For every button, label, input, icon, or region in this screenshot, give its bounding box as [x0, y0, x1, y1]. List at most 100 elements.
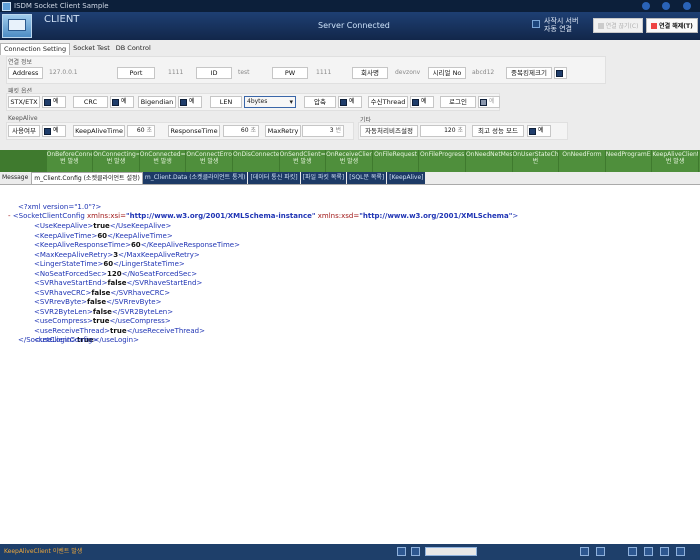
- status-slot-icon: [660, 547, 669, 556]
- xml-root-open: - <SocketClientConfig xmlns:xsi="http://…: [8, 212, 519, 220]
- connect-button[interactable]: 연결 해제(T): [646, 18, 698, 33]
- login-label: 로그인: [440, 96, 476, 108]
- xml-element-line: <useCompress>true</useCompress>: [34, 317, 171, 325]
- event-counter-bar: OnBeforeConnect=1번 발생 OnConnecting=0번 발생…: [0, 150, 700, 172]
- status-slot-icon: [676, 547, 685, 556]
- xml-element-line: <LingerStateTime>60</LingerStateTime>: [34, 260, 185, 268]
- login-checkbox[interactable]: 예: [478, 96, 500, 108]
- port-field[interactable]: 1111: [168, 67, 193, 79]
- xml-viewer[interactable]: <?xml version="1.0"?> - <SocketClientCon…: [0, 184, 700, 544]
- disconnect-button[interactable]: 연결 끊기(C): [593, 18, 643, 33]
- len-select[interactable]: 4bytes: [244, 96, 296, 108]
- tab-message[interactable]: Message: [0, 172, 32, 184]
- tab-connection-setting[interactable]: Connection Setting: [0, 43, 71, 55]
- xml-element-line: <SVR2ByteLen>false</SVR2ByteLen>: [34, 307, 174, 316]
- keepalive-use-label: 사용여부: [8, 125, 40, 137]
- auto-connect-label: 사작시 서버 자동 연결: [544, 17, 579, 33]
- connect-icon: [651, 22, 658, 29]
- stx-checkbox[interactable]: 예: [42, 96, 66, 108]
- id-field[interactable]: test: [238, 67, 268, 79]
- event-counter: OnBeforeConnect=1번 발생: [47, 150, 94, 172]
- event-counter: NeedProgramExit: [606, 150, 653, 172]
- keepalive-section-label: KeepAlive: [8, 115, 38, 122]
- xml-element-line: <KeepAliveResponseTime>60</KeepAliveResp…: [34, 241, 240, 249]
- perf-mode-label: 최고 성능 모드: [472, 125, 524, 137]
- bigendian-checkbox[interactable]: 예: [178, 96, 202, 108]
- keepalive-time-label: KeepAliveTime: [73, 125, 125, 137]
- event-counter: OnDisConnected: [233, 150, 280, 172]
- status-slot-icon: [397, 547, 406, 556]
- event-counter: [0, 150, 47, 172]
- bigendian-label: Bigendian: [138, 96, 176, 108]
- close-icon[interactable]: [683, 2, 691, 10]
- tab-db-control[interactable]: DB Control: [113, 43, 154, 55]
- event-counter: OnSendClient=0번 발생: [280, 150, 327, 172]
- keepalive-use-checkbox[interactable]: 예: [42, 125, 66, 137]
- event-counter: OnConnecting=0번 발생: [93, 150, 140, 172]
- compress-checkbox[interactable]: 예: [338, 96, 362, 108]
- status-slot-icon: [411, 547, 420, 556]
- app-header: CLIENT Server Connected 사작시 서버 자동 연결 연결 …: [0, 12, 700, 40]
- event-counter: OnNeedForm: [559, 150, 606, 172]
- app-icon: [2, 1, 11, 11]
- serial-label: 시리얼 No: [428, 67, 466, 79]
- serial-field[interactable]: abcd12: [472, 67, 502, 79]
- pw-field[interactable]: 1111: [316, 67, 341, 79]
- xml-element-line: <KeepAliveTime>60</KeepAliveTime>: [34, 231, 173, 240]
- auto-process-input[interactable]: 120 초: [420, 125, 466, 137]
- collapse-icon: -: [8, 212, 11, 220]
- xml-element-line: <MaxKeepAliveRetry>3</MaxKeepAliveRetry>: [34, 250, 200, 259]
- disconnect-icon: [597, 22, 604, 29]
- response-time-label: ResponseTime: [168, 125, 220, 137]
- connection-section-label: 연결 정보: [8, 59, 32, 66]
- address-label: Address: [8, 67, 43, 79]
- xml-element-line: <SVRhaveStartEnd>false</SVRhaveStartEnd>: [34, 279, 203, 287]
- port-label: Port: [117, 67, 155, 79]
- dup-check-label: 중복킹제크기: [506, 67, 552, 79]
- tab-data-packet[interactable]: [데이터 통신 파킷]: [248, 172, 301, 184]
- xml-root-close: </SocketClientConfig>: [18, 336, 99, 344]
- dup-check-checkbox[interactable]: [554, 67, 567, 79]
- monitor-icon: [2, 14, 32, 38]
- keepalive-time-input[interactable]: 60 초: [127, 125, 155, 137]
- tab-file-packet[interactable]: [파일 파킷 목록]: [300, 172, 348, 184]
- app-title: CLIENT: [44, 14, 80, 25]
- address-field[interactable]: 127.0.0.1: [49, 67, 109, 79]
- status-slot-icon: [596, 547, 605, 556]
- tab-socket-test[interactable]: Socket Test: [70, 43, 113, 55]
- perf-mode-checkbox[interactable]: 예: [527, 125, 551, 137]
- event-counter: KeepAliveClient=2번 발생: [652, 150, 699, 172]
- tab-sql-list[interactable]: [SQL문 목록]: [347, 172, 388, 184]
- max-retry-input[interactable]: 3 번: [302, 125, 344, 137]
- event-counter: OnFileRequest: [373, 150, 420, 172]
- xml-element-line: <UseKeepAlive>true</UseKeepAlive>: [34, 222, 172, 230]
- xml-element-line: <SVRhaveCRC>false</SVRhaveCRC>: [34, 288, 171, 297]
- auto-connect-checkbox[interactable]: [532, 20, 540, 28]
- connection-status: Server Connected: [318, 21, 390, 30]
- xml-element-line: <SVRrevByte>false</SVRrevByte>: [34, 298, 162, 306]
- pw-label: PW: [272, 67, 308, 79]
- maximize-icon[interactable]: [662, 2, 670, 10]
- company-field[interactable]: devzonv: [395, 67, 425, 79]
- company-label: 회사명: [352, 67, 388, 79]
- status-progress: [425, 547, 477, 556]
- status-bar: KeepAliveClient 이벤트 발생: [0, 544, 700, 560]
- tab-keepalive[interactable]: [KeepAlive]: [387, 172, 427, 184]
- auto-process-label: 자동처리비즈설정: [360, 125, 418, 137]
- max-retry-label: MaxRetry: [265, 125, 301, 137]
- recv-thread-checkbox[interactable]: 예: [410, 96, 434, 108]
- len-label: LEN: [210, 96, 242, 108]
- event-counter: OnUserStateChanged=1번: [513, 150, 560, 172]
- stx-label: STX/ETX: [8, 96, 40, 108]
- tab-client-data[interactable]: m_Client.Data (소켓클라이언트 통계): [142, 172, 249, 184]
- tab-client-config[interactable]: m_Client.Config (소켓클라이언트 설정): [31, 172, 143, 184]
- lower-tabs: Message m_Client.Config (소켓클라이언트 설정) m_C…: [0, 172, 700, 184]
- status-slot-icon: [644, 547, 653, 556]
- status-slot-icon: [628, 547, 637, 556]
- recv-thread-label: 수신Thread: [368, 96, 408, 108]
- minimize-icon[interactable]: [642, 2, 650, 10]
- crc-checkbox[interactable]: 예: [110, 96, 134, 108]
- event-counter: OnFileProgress: [419, 150, 466, 172]
- response-time-input[interactable]: 60 초: [223, 125, 259, 137]
- id-label: ID: [196, 67, 232, 79]
